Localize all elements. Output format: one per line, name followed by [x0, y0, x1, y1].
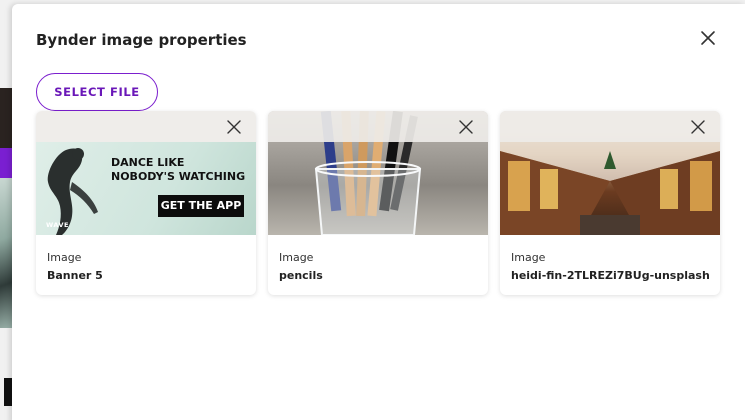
banner-headline: DANCE LIKE NOBODY'S WATCHING: [111, 156, 246, 183]
bynder-image-properties-dialog: Bynder image properties SELECT FILE DANC…: [12, 4, 745, 420]
image-thumbnail: [500, 111, 720, 235]
card-type-label: Image: [511, 251, 546, 264]
banner-brand: WAVE: [46, 221, 69, 229]
background-black-block: [4, 378, 12, 406]
close-icon: [227, 120, 241, 134]
image-card[interactable]: DANCE LIKE NOBODY'S WATCHING GET THE APP…: [36, 111, 256, 295]
card-file-name: pencils: [279, 269, 323, 282]
card-type-label: Image: [279, 251, 314, 264]
close-icon: [459, 120, 473, 134]
banner-cta: GET THE APP: [158, 195, 244, 217]
image-thumbnail: DANCE LIKE NOBODY'S WATCHING GET THE APP…: [36, 111, 256, 235]
thumbnail-header-bar: [36, 111, 256, 142]
close-icon: [701, 31, 715, 45]
card-type-label: Image: [47, 251, 82, 264]
remove-image-button[interactable]: [458, 119, 474, 135]
image-card[interactable]: Image heidi-fin-2TLREZi7BUg-unsplash: [500, 111, 720, 295]
image-card[interactable]: Image pencils: [268, 111, 488, 295]
image-thumbnail: [268, 111, 488, 235]
thumbnail-header-bar: [268, 111, 488, 142]
card-file-name: Banner 5: [47, 269, 103, 282]
dialog-title: Bynder image properties: [36, 31, 247, 49]
card-file-name: heidi-fin-2TLREZi7BUg-unsplash: [511, 269, 710, 282]
close-dialog-button[interactable]: [698, 28, 718, 48]
select-file-button[interactable]: SELECT FILE: [36, 73, 158, 111]
close-icon: [691, 120, 705, 134]
thumbnail-header-bar: [500, 111, 720, 142]
remove-image-button[interactable]: [690, 119, 706, 135]
banner-artwork: DANCE LIKE NOBODY'S WATCHING GET THE APP…: [36, 142, 256, 235]
remove-image-button[interactable]: [226, 119, 242, 135]
